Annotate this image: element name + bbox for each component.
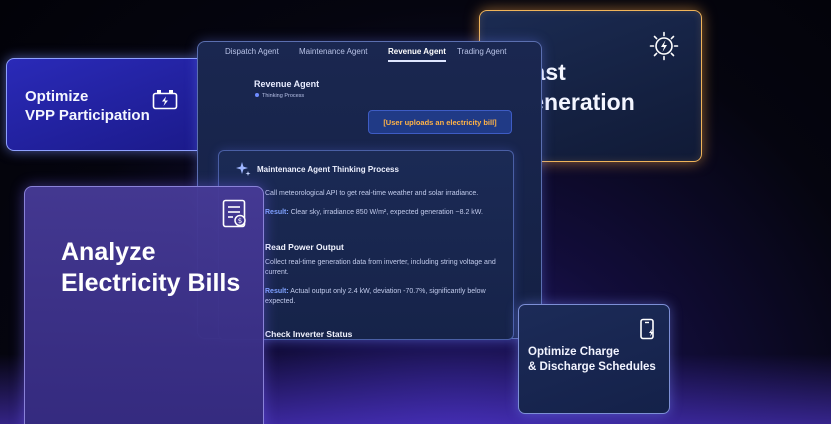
user-upload-message: [User uploads an electricity bill]	[368, 110, 512, 134]
step3-heading: Check Inverter Status	[265, 329, 353, 339]
step1-result: Result: Clear sky, irradiance 850 W/m², …	[265, 208, 505, 218]
svg-text:$: $	[238, 217, 242, 225]
sparkle-icon	[235, 161, 251, 182]
status-dot	[255, 93, 259, 97]
thinking-panel-title: Maintenance Agent Thinking Process	[257, 165, 399, 174]
result-value: Clear sky, irradiance 850 W/m², expected…	[290, 209, 483, 216]
agent-status: Thinking Process	[262, 93, 305, 99]
result-value: Actual output only 2.4 kW, deviation -70…	[265, 288, 486, 305]
analyze-bills-card[interactable]: $ Analyze Electricity Bills	[24, 186, 264, 424]
charge-card-title: Optimize Charge & Discharge Schedules	[528, 346, 656, 373]
optimize-charge-card[interactable]: Optimize Charge & Discharge Schedules	[518, 304, 670, 414]
tab-trading-agent[interactable]: Trading Agent	[457, 47, 507, 56]
optimize-vpp-card[interactable]: Optimize VPP Participation	[6, 58, 206, 151]
agent-title: Revenue Agent	[254, 79, 320, 89]
tab-revenue-agent[interactable]: Revenue Agent	[388, 47, 446, 62]
bill-document-icon: $	[222, 199, 248, 234]
result-label: Result:	[265, 209, 289, 216]
bills-card-title: Analyze Electricity Bills	[61, 238, 241, 297]
battery-charging-icon	[152, 89, 178, 116]
tab-dispatch-agent[interactable]: Dispatch Agent	[225, 47, 279, 56]
step2-heading: Read Power Output	[265, 242, 344, 252]
step2-text: Collect real-time generation data from i…	[265, 259, 496, 276]
result-label: Result:	[265, 288, 289, 295]
step1-text: Call meteorological API to get real-time…	[265, 190, 479, 197]
agent-tabs: Dispatch Agent Maintenance Agent Revenue…	[198, 47, 541, 65]
phone-charge-icon	[639, 318, 657, 345]
vpp-card-title: Optimize VPP Participation	[25, 88, 150, 124]
step2-result: Result: Actual output only 2.4 kW, devia…	[265, 287, 505, 306]
tab-maintenance-agent[interactable]: Maintenance Agent	[299, 47, 368, 56]
